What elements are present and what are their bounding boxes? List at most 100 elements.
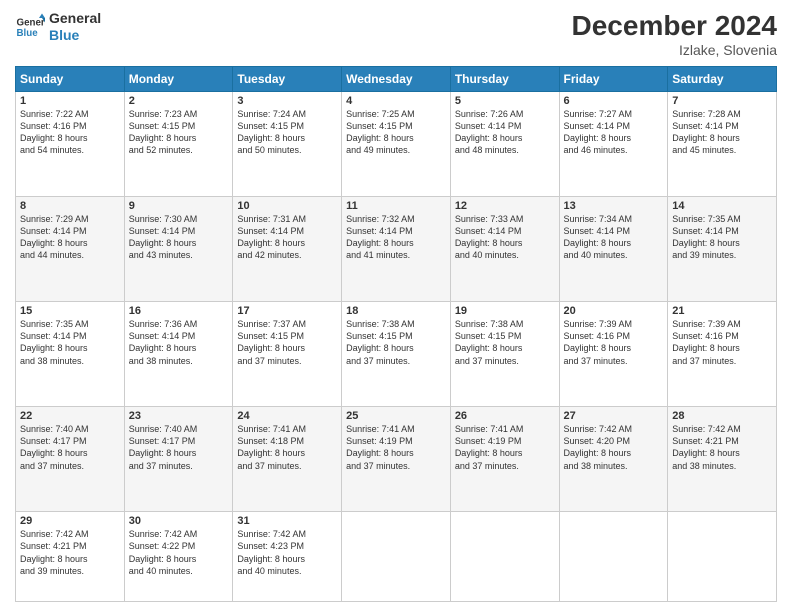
- day-number: 24: [237, 410, 337, 422]
- day-number: 14: [672, 200, 772, 212]
- daylight-hours: Daylight: 8 hours: [20, 343, 88, 353]
- day-number: 2: [129, 95, 229, 107]
- cell-info: Sunrise: 7:42 AMSunset: 4:22 PMDaylight:…: [129, 528, 229, 577]
- sunset-text: Sunset: 4:15 PM: [455, 331, 522, 341]
- cell-info: Sunrise: 7:34 AMSunset: 4:14 PMDaylight:…: [564, 213, 664, 262]
- calendar-cell: 13Sunrise: 7:34 AMSunset: 4:14 PMDayligh…: [559, 197, 668, 302]
- calendar-cell: [450, 512, 559, 602]
- daylight-hours: Daylight: 8 hours: [455, 238, 523, 248]
- calendar-cell: 14Sunrise: 7:35 AMSunset: 4:14 PMDayligh…: [668, 197, 777, 302]
- day-number: 11: [346, 200, 446, 212]
- calendar-cell: 7Sunrise: 7:28 AMSunset: 4:14 PMDaylight…: [668, 92, 777, 197]
- col-header-thursday: Thursday: [450, 67, 559, 92]
- sunset-text: Sunset: 4:14 PM: [455, 226, 522, 236]
- svg-text:General: General: [17, 17, 46, 28]
- daylight-hours: Daylight: 8 hours: [20, 133, 88, 143]
- cell-info: Sunrise: 7:26 AMSunset: 4:14 PMDaylight:…: [455, 108, 555, 157]
- daylight-hours: Daylight: 8 hours: [564, 133, 632, 143]
- sunset-text: Sunset: 4:14 PM: [564, 226, 631, 236]
- daylight-minutes: and 38 minutes.: [129, 356, 193, 366]
- cell-info: Sunrise: 7:28 AMSunset: 4:14 PMDaylight:…: [672, 108, 772, 157]
- daylight-hours: Daylight: 8 hours: [237, 343, 305, 353]
- col-header-friday: Friday: [559, 67, 668, 92]
- cell-info: Sunrise: 7:29 AMSunset: 4:14 PMDaylight:…: [20, 213, 120, 262]
- daylight-minutes: and 40 minutes.: [564, 250, 628, 260]
- daylight-minutes: and 39 minutes.: [20, 566, 84, 576]
- week-row-1: 1Sunrise: 7:22 AMSunset: 4:16 PMDaylight…: [16, 92, 777, 197]
- day-number: 1: [20, 95, 120, 107]
- day-number: 28: [672, 410, 772, 422]
- day-number: 31: [237, 515, 337, 527]
- calendar-cell: 12Sunrise: 7:33 AMSunset: 4:14 PMDayligh…: [450, 197, 559, 302]
- daylight-hours: Daylight: 8 hours: [455, 133, 523, 143]
- sunset-text: Sunset: 4:18 PM: [237, 436, 304, 446]
- daylight-hours: Daylight: 8 hours: [20, 554, 88, 564]
- cell-info: Sunrise: 7:42 AMSunset: 4:20 PMDaylight:…: [564, 423, 664, 472]
- cell-info: Sunrise: 7:42 AMSunset: 4:21 PMDaylight:…: [672, 423, 772, 472]
- calendar-cell: 20Sunrise: 7:39 AMSunset: 4:16 PMDayligh…: [559, 302, 668, 407]
- sunrise-text: Sunrise: 7:38 AM: [455, 319, 524, 329]
- cell-info: Sunrise: 7:27 AMSunset: 4:14 PMDaylight:…: [564, 108, 664, 157]
- sunrise-text: Sunrise: 7:42 AM: [237, 529, 306, 539]
- day-number: 23: [129, 410, 229, 422]
- sunset-text: Sunset: 4:15 PM: [129, 121, 196, 131]
- calendar-cell: 1Sunrise: 7:22 AMSunset: 4:16 PMDaylight…: [16, 92, 125, 197]
- cell-info: Sunrise: 7:40 AMSunset: 4:17 PMDaylight:…: [129, 423, 229, 472]
- calendar-cell: [559, 512, 668, 602]
- sunrise-text: Sunrise: 7:36 AM: [129, 319, 198, 329]
- day-number: 15: [20, 305, 120, 317]
- cell-info: Sunrise: 7:31 AMSunset: 4:14 PMDaylight:…: [237, 213, 337, 262]
- daylight-minutes: and 42 minutes.: [237, 250, 301, 260]
- daylight-minutes: and 46 minutes.: [564, 145, 628, 155]
- calendar-cell: 27Sunrise: 7:42 AMSunset: 4:20 PMDayligh…: [559, 407, 668, 512]
- logo: General Blue General Blue: [15, 10, 101, 44]
- sunrise-text: Sunrise: 7:31 AM: [237, 214, 306, 224]
- cell-info: Sunrise: 7:37 AMSunset: 4:15 PMDaylight:…: [237, 318, 337, 367]
- sunset-text: Sunset: 4:22 PM: [129, 541, 196, 551]
- sunrise-text: Sunrise: 7:29 AM: [20, 214, 89, 224]
- calendar-header-row: SundayMondayTuesdayWednesdayThursdayFrid…: [16, 67, 777, 92]
- calendar-table: SundayMondayTuesdayWednesdayThursdayFrid…: [15, 66, 777, 602]
- day-number: 19: [455, 305, 555, 317]
- daylight-hours: Daylight: 8 hours: [346, 133, 414, 143]
- daylight-hours: Daylight: 8 hours: [129, 133, 197, 143]
- sunset-text: Sunset: 4:19 PM: [346, 436, 413, 446]
- daylight-minutes: and 54 minutes.: [20, 145, 84, 155]
- week-row-5: 29Sunrise: 7:42 AMSunset: 4:21 PMDayligh…: [16, 512, 777, 602]
- sunrise-text: Sunrise: 7:35 AM: [20, 319, 89, 329]
- calendar-cell: 24Sunrise: 7:41 AMSunset: 4:18 PMDayligh…: [233, 407, 342, 512]
- calendar-cell: 16Sunrise: 7:36 AMSunset: 4:14 PMDayligh…: [124, 302, 233, 407]
- sunset-text: Sunset: 4:20 PM: [564, 436, 631, 446]
- sunrise-text: Sunrise: 7:26 AM: [455, 109, 524, 119]
- calendar-cell: 11Sunrise: 7:32 AMSunset: 4:14 PMDayligh…: [342, 197, 451, 302]
- sunrise-text: Sunrise: 7:38 AM: [346, 319, 415, 329]
- sunset-text: Sunset: 4:16 PM: [672, 331, 739, 341]
- daylight-minutes: and 37 minutes.: [237, 356, 301, 366]
- sunset-text: Sunset: 4:21 PM: [20, 541, 87, 551]
- cell-info: Sunrise: 7:41 AMSunset: 4:19 PMDaylight:…: [455, 423, 555, 472]
- daylight-hours: Daylight: 8 hours: [346, 448, 414, 458]
- calendar-cell: [342, 512, 451, 602]
- daylight-minutes: and 40 minutes.: [129, 566, 193, 576]
- sunrise-text: Sunrise: 7:37 AM: [237, 319, 306, 329]
- sunrise-text: Sunrise: 7:42 AM: [20, 529, 89, 539]
- day-number: 10: [237, 200, 337, 212]
- sunrise-text: Sunrise: 7:42 AM: [129, 529, 198, 539]
- sunrise-text: Sunrise: 7:33 AM: [455, 214, 524, 224]
- daylight-minutes: and 39 minutes.: [672, 250, 736, 260]
- day-number: 16: [129, 305, 229, 317]
- sunrise-text: Sunrise: 7:41 AM: [237, 424, 306, 434]
- daylight-minutes: and 52 minutes.: [129, 145, 193, 155]
- day-number: 22: [20, 410, 120, 422]
- daylight-minutes: and 43 minutes.: [129, 250, 193, 260]
- col-header-monday: Monday: [124, 67, 233, 92]
- sunset-text: Sunset: 4:19 PM: [455, 436, 522, 446]
- sunrise-text: Sunrise: 7:40 AM: [20, 424, 89, 434]
- sunset-text: Sunset: 4:15 PM: [346, 331, 413, 341]
- daylight-minutes: and 38 minutes.: [564, 461, 628, 471]
- main-title: December 2024: [572, 10, 777, 42]
- col-header-sunday: Sunday: [16, 67, 125, 92]
- daylight-minutes: and 40 minutes.: [455, 250, 519, 260]
- sunset-text: Sunset: 4:14 PM: [346, 226, 413, 236]
- sunrise-text: Sunrise: 7:39 AM: [564, 319, 633, 329]
